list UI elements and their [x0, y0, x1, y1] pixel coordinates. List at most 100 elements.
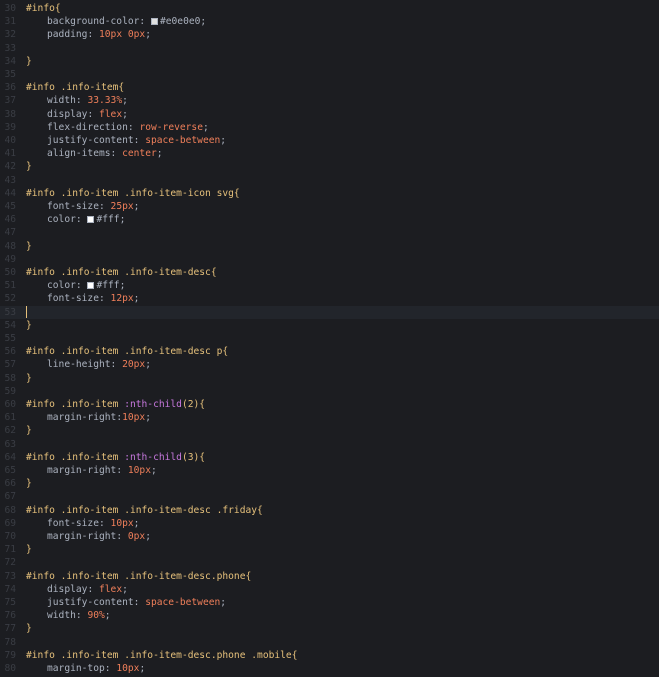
code-token: ;	[133, 293, 140, 305]
code-line[interactable]: 61 margin-right:10px;	[0, 411, 659, 424]
code-line[interactable]: 75 justify-content: space-between;	[0, 596, 659, 609]
code-line[interactable]: 58}	[0, 372, 659, 385]
code-text: #info .info-item :nth-child(2){	[26, 398, 205, 411]
code-editor[interactable]: 30 #info{31 background-color: #e0e0e0; 32 pa…	[0, 0, 659, 677]
line-number: 79	[4, 649, 16, 661]
code-line[interactable]: 79 #info .info-item .info-item-desc.phone…	[0, 649, 659, 662]
code-line[interactable]: 57 line-height: 20px;	[0, 358, 659, 371]
code-line[interactable]: 47	[0, 226, 659, 239]
code-line[interactable]: 50 #info .info-item .info-item-desc{	[0, 266, 659, 279]
code-line[interactable]: 55	[0, 332, 659, 345]
code-token: font-size	[47, 201, 99, 212]
color-swatch-icon[interactable]	[150, 17, 158, 25]
code-token: ;	[119, 280, 126, 292]
code-token: }	[26, 319, 32, 331]
code-line[interactable]: 73 #info .info-item .info-item-desc.phone…	[0, 570, 659, 583]
code-token: 10px	[110, 517, 134, 529]
code-line[interactable]: 42}	[0, 160, 659, 173]
code-line[interactable]: 67	[0, 490, 659, 503]
code-token: (2){	[181, 399, 206, 410]
code-line[interactable]: 46 color: #fff;	[0, 213, 659, 226]
code-line[interactable]: 59	[0, 385, 659, 398]
code-token: #e0e0e0	[159, 16, 201, 28]
code-line[interactable]: 78	[0, 636, 659, 649]
line-number: 60	[4, 399, 16, 410]
code-token: 20px	[122, 359, 146, 371]
code-text: display: flex;	[26, 108, 128, 121]
code-line[interactable]: 63	[0, 438, 659, 451]
line-number: 70	[4, 531, 16, 542]
line-number: 56	[4, 346, 16, 358]
code-line[interactable]: 64 #info .info-item :nth-child(3){	[0, 451, 659, 464]
code-token: #info .info-item{	[26, 82, 125, 94]
code-text: flex-direction: row-reverse;	[26, 121, 209, 134]
code-line[interactable]: 80 margin-top: 10px;	[0, 662, 659, 675]
code-token: #info .info-item .info-item-desc p{	[26, 346, 229, 358]
line-number: 80	[4, 663, 16, 674]
code-line[interactable]: 66}	[0, 477, 659, 490]
code-line[interactable]: 65 margin-right: 10px;	[0, 464, 659, 477]
code-line[interactable]: 49	[0, 253, 659, 266]
code-line[interactable]: 70 margin-right: 0px;	[0, 530, 659, 543]
line-number: 76	[4, 610, 16, 622]
code-token: 0px	[127, 531, 146, 542]
code-line[interactable]: 54}	[0, 319, 659, 332]
code-token: ;	[200, 16, 207, 28]
code-token: align-items	[47, 148, 111, 160]
line-number: 74	[4, 583, 16, 595]
line-number: 73	[4, 570, 16, 582]
code-line[interactable]: 77}	[0, 622, 659, 635]
code-text: #info .info-item{	[26, 81, 124, 94]
code-line[interactable]: 48}	[0, 240, 659, 253]
code-token: 12px	[110, 293, 134, 305]
code-token: ;	[220, 597, 227, 608]
code-line[interactable]: 44 #info .info-item .info-item-icon svg{	[0, 187, 659, 200]
code-token: margin-right	[47, 531, 117, 542]
code-token: }	[26, 544, 32, 556]
code-text: margin-right:10px;	[26, 411, 151, 424]
code-line[interactable]: 36 #info .info-item{	[0, 81, 659, 94]
code-line[interactable]: 43	[0, 174, 659, 187]
code-line[interactable]: 68 #info .info-item .info-item-desc .frid…	[0, 504, 659, 517]
code-token: :	[98, 201, 111, 212]
code-line[interactable]: 53	[0, 305, 659, 319]
line-number: 59	[4, 385, 16, 397]
code-text	[26, 305, 27, 319]
code-line[interactable]: 41 align-items: center;	[0, 147, 659, 160]
code-token: display	[47, 583, 88, 595]
code-text: justify-content: space-between;	[26, 596, 226, 609]
color-swatch-icon[interactable]	[87, 281, 95, 289]
line-number: 55	[4, 333, 16, 344]
code-line[interactable]: 32 padding: 10px 0px;	[0, 28, 659, 41]
code-line[interactable]: 60 #info .info-item :nth-child(2){	[0, 398, 659, 411]
code-line[interactable]: 76 width: 90%;	[0, 609, 659, 622]
code-line[interactable]: 52 font-size: 12px;	[0, 292, 659, 305]
code-token: ;	[133, 517, 140, 529]
line-number: 69	[4, 517, 16, 529]
code-line[interactable]: 71}	[0, 543, 659, 556]
code-line[interactable]: 45 font-size: 25px;	[0, 200, 659, 213]
code-line[interactable]: 51 color: #fff;	[0, 279, 659, 292]
code-line[interactable]: 31 background-color: #e0e0e0;	[0, 15, 659, 28]
color-swatch-icon[interactable]	[87, 215, 95, 223]
code-line[interactable]: 72	[0, 556, 659, 569]
code-line[interactable]: 74 display: flex;	[0, 583, 659, 596]
code-line[interactable]: 34}	[0, 55, 659, 68]
code-line[interactable]: 39 flex-direction: row-reverse;	[0, 121, 659, 134]
code-line[interactable]: 40 justify-content: space-between;	[0, 134, 659, 147]
code-text: line-height: 20px;	[26, 358, 151, 371]
code-line[interactable]: 33	[0, 42, 659, 55]
code-text: margin-top: 10px;	[26, 662, 145, 675]
code-line[interactable]: 69 font-size: 10px;	[0, 517, 659, 530]
code-line[interactable]: 37 width: 33.33%;	[0, 94, 659, 107]
code-line[interactable]: 56 #info .info-item .info-item-desc p{	[0, 345, 659, 358]
code-token: #info .info-item	[26, 399, 125, 410]
line-number: 41	[4, 148, 16, 160]
code-line[interactable]: 38 display: flex;	[0, 108, 659, 121]
code-line[interactable]: 30 #info{	[0, 2, 659, 15]
code-token: #info .info-item .info-item-desc.phone{	[26, 570, 252, 582]
code-token: #info .info-item .info-item-desc.phone .…	[26, 649, 298, 661]
code-line[interactable]: 35	[0, 68, 659, 81]
code-token: 25px	[110, 201, 134, 212]
code-line[interactable]: 62}	[0, 424, 659, 437]
